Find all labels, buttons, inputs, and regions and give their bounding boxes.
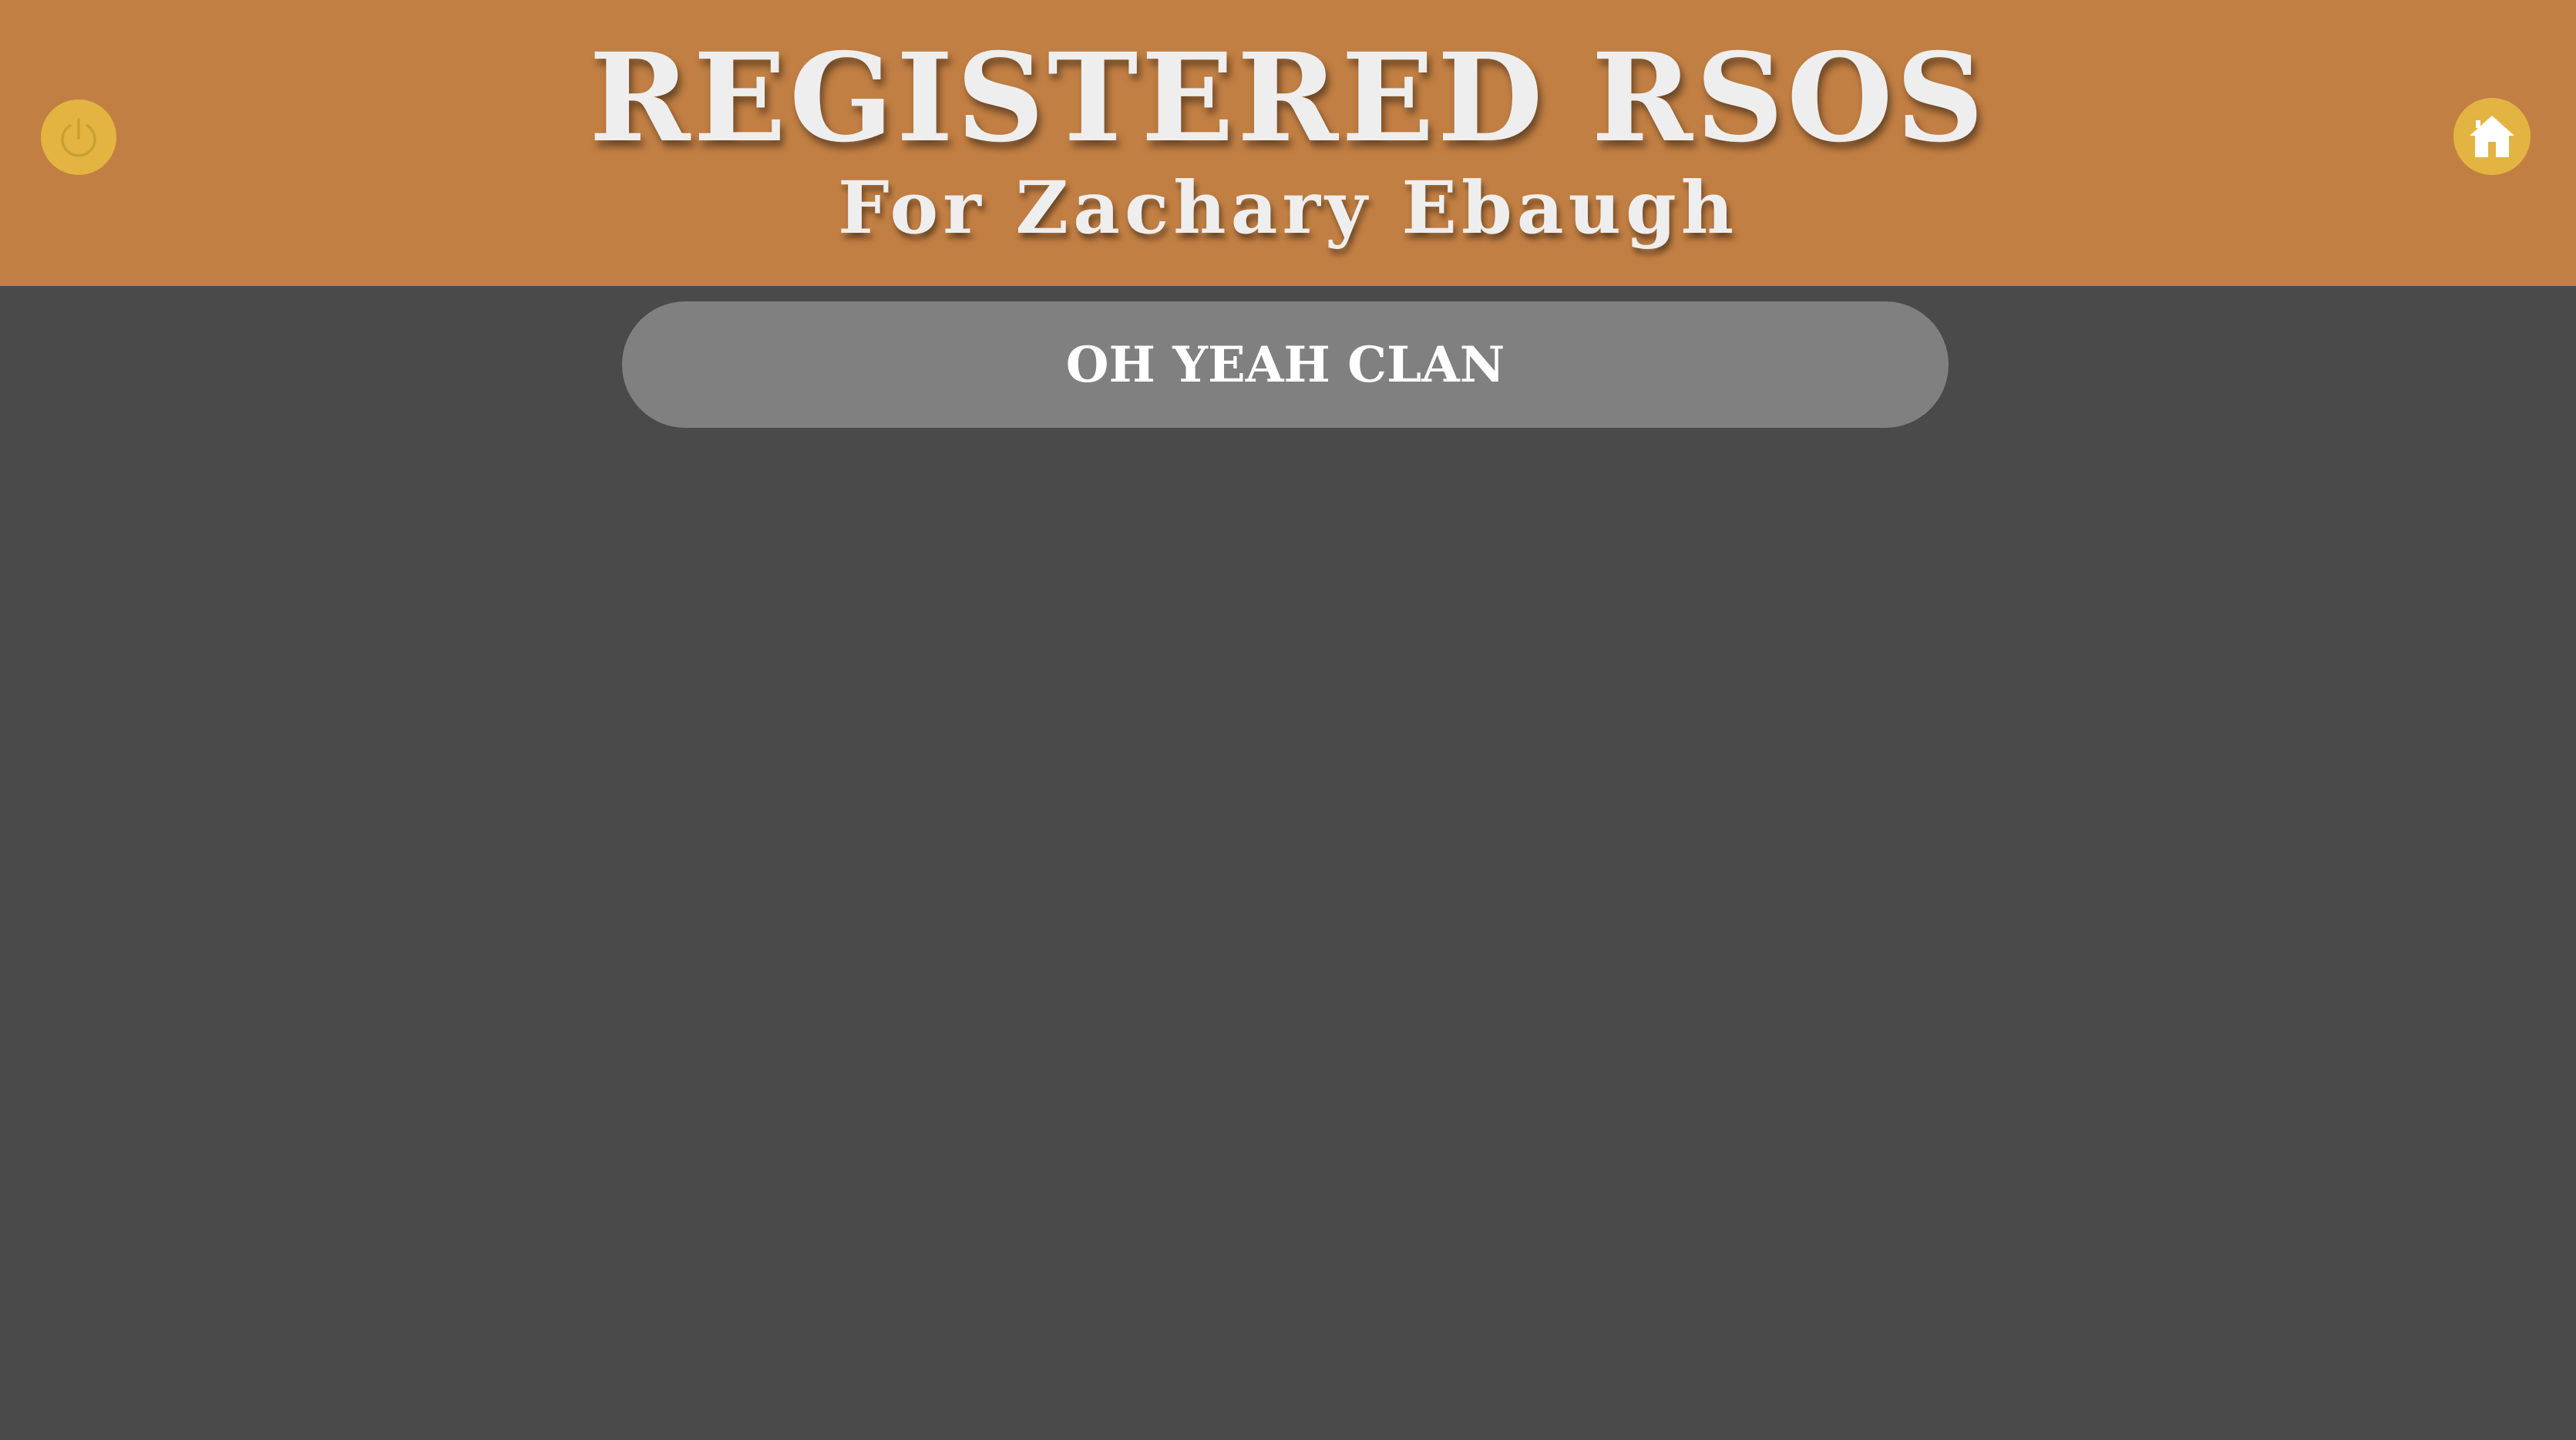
rso-list: OH YEAH CLAN (622, 301, 1949, 443)
header-bar: REGISTERED RSOS For Zachary Ebaugh (0, 0, 2576, 286)
home-icon (2470, 116, 2514, 157)
rso-item[interactable]: OH YEAH CLAN (622, 301, 1949, 428)
page-title: REGISTERED RSOS (589, 27, 1987, 170)
home-button[interactable] (2453, 98, 2531, 175)
page-subtitle: For Zachary Ebaugh (837, 166, 1739, 251)
